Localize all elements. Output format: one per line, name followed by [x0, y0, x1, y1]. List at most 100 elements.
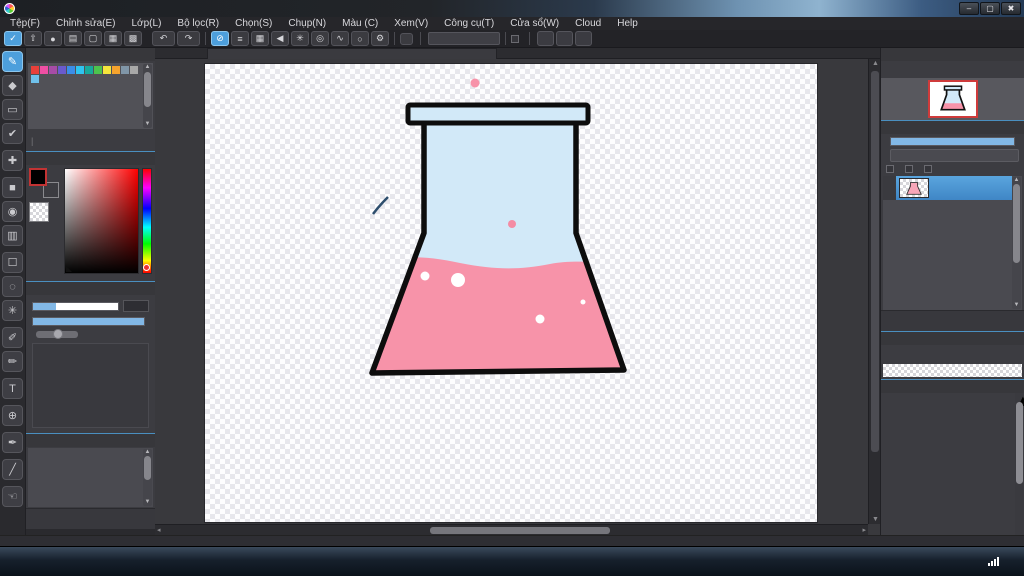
document-tab[interactable] [207, 48, 497, 59]
menu-item-2[interactable]: Lớp(L) [124, 17, 170, 30]
menu-item-10[interactable]: Cloud [567, 17, 609, 30]
comment-icon[interactable]: ● [44, 31, 62, 46]
layer-scrollbar[interactable]: ▲ ▼ [1012, 177, 1021, 309]
undo-icon[interactable]: ↶ [152, 31, 175, 46]
brush-list-panel: ▲ ▼ [26, 433, 155, 529]
menu-item-6[interactable]: Màu (C) [334, 17, 386, 30]
menu-item-7[interactable]: Xem(V) [386, 17, 436, 30]
adjust-select[interactable] [428, 32, 500, 45]
menu-item-3[interactable]: Bộ lọc(R) [169, 17, 227, 30]
soft-edge-checkbox[interactable] [511, 34, 519, 43]
brush-size-scrollbar[interactable]: ▲▼ [1015, 393, 1024, 535]
antialias-icon[interactable] [400, 32, 413, 45]
window-layout-icon[interactable]: ▩ [124, 31, 142, 46]
palette-swatch-6[interactable] [85, 66, 93, 74]
menu-item-1[interactable]: Chỉnh sửa(E) [48, 17, 124, 30]
menu-item-11[interactable]: Help [609, 17, 646, 30]
brush-opacity-slider[interactable] [32, 317, 145, 326]
brush-list-scrollbar[interactable]: ▲ ▼ [143, 449, 152, 506]
gradient-tool[interactable]: ▥ [2, 225, 23, 246]
close-button[interactable]: ✖ [1001, 2, 1021, 15]
drawing-canvas[interactable] [205, 64, 817, 522]
snap-settings-icon[interactable]: ⚙ [371, 31, 389, 46]
magic-wand-tool[interactable]: ✳ [2, 300, 23, 321]
hue-slider[interactable] [142, 168, 152, 274]
select-eraser-tool[interactable]: ✏ [2, 351, 23, 372]
edge-width-slider[interactable] [36, 329, 78, 339]
keep-edge-button[interactable] [575, 31, 592, 46]
saturation-value-picker[interactable] [64, 168, 139, 274]
layer-opacity-slider[interactable] [890, 137, 1015, 146]
palette-swatch-8[interactable] [103, 66, 111, 74]
palette-scrollbar[interactable]: ▲ ▼ [143, 64, 152, 128]
palette-swatch-1[interactable] [40, 66, 48, 74]
canvas-vscrollbar[interactable]: ▲ ▼ [868, 59, 880, 524]
eraser-tool[interactable]: ◆ [2, 75, 23, 96]
divide-tool[interactable]: ╱ [2, 459, 23, 480]
text-tool[interactable]: T [2, 378, 23, 399]
menu-item-5[interactable]: Chụp(N) [280, 17, 334, 30]
straight-line-button[interactable] [556, 31, 573, 46]
transparent-color-swatch[interactable] [29, 202, 49, 222]
no-correction-icon[interactable]: ⊘ [211, 31, 229, 46]
maximize-button[interactable]: ▢ [980, 2, 1000, 15]
foreground-color-swatch[interactable] [29, 168, 47, 186]
network-icon[interactable] [988, 557, 999, 566]
curve-snap-icon[interactable]: ∿ [331, 31, 349, 46]
move-tool[interactable]: ✚ [2, 150, 23, 171]
reference-preview[interactable] [883, 364, 1022, 377]
pink-drop [470, 78, 480, 88]
minimize-button[interactable]: – [959, 2, 979, 15]
lasso-tool[interactable]: ◌ [2, 276, 23, 297]
grid-snap-icon[interactable]: ▦ [251, 31, 269, 46]
export-icon[interactable]: ⇧ [24, 31, 42, 46]
brush-tool[interactable]: ✎ [2, 51, 23, 72]
transform-tool[interactable]: ⊕ [2, 405, 23, 426]
palette-swatch-3[interactable] [58, 66, 66, 74]
comment-panel-icon[interactable]: ▤ [64, 31, 82, 46]
panel-settings-icon[interactable]: ▦ [104, 31, 122, 46]
palette-swatch-11[interactable] [130, 66, 138, 74]
palette-swatch-0[interactable] [31, 66, 39, 74]
scrollbar-thumb[interactable] [430, 527, 610, 534]
eyedropper-tool[interactable]: ✒ [2, 432, 23, 453]
navigator-preview-area[interactable] [881, 78, 1024, 120]
vanishing-point-icon[interactable]: ◀ [271, 31, 289, 46]
navigator-thumbnail [927, 80, 978, 118]
layer-visibility-toggle[interactable] [883, 176, 896, 200]
radial-snap-icon[interactable]: ✳ [291, 31, 309, 46]
lock-layer-checkbox[interactable] [924, 165, 932, 173]
menu-item-4[interactable]: Chọn(S) [227, 17, 280, 30]
palette-swatch-5[interactable] [76, 66, 84, 74]
layer-row[interactable] [883, 176, 1012, 200]
clipping-checkbox[interactable] [905, 165, 913, 173]
redo-icon[interactable]: ↷ [177, 31, 200, 46]
protect-alpha-checkbox[interactable] [886, 165, 894, 173]
curve-brush-tool[interactable]: ✔ [2, 123, 23, 144]
palette-swatch-9[interactable] [112, 66, 120, 74]
file-icon[interactable]: ▢ [84, 31, 102, 46]
menu-item-9[interactable]: Cửa sổ(W) [502, 17, 567, 30]
palette-swatch-row2-0[interactable] [31, 75, 39, 83]
palette-swatch-10[interactable] [121, 66, 129, 74]
palette-swatch-4[interactable] [67, 66, 75, 74]
palette-swatch-7[interactable] [94, 66, 102, 74]
fill-rect-tool[interactable]: ■ [2, 177, 23, 198]
shape-brush-tool[interactable]: ▭ [2, 99, 23, 120]
reset-button[interactable] [537, 31, 554, 46]
bucket-tool[interactable]: ◉ [2, 201, 23, 222]
parallel-lines-icon[interactable]: ≡ [231, 31, 249, 46]
select-rect-tool[interactable]: ☐ [2, 252, 23, 273]
hand-tool[interactable]: ☜ [2, 486, 23, 507]
cloud-save-icon[interactable]: ✓ [4, 31, 22, 46]
brush-size-value[interactable] [123, 300, 149, 312]
menu-item-8[interactable]: Công cụ(T) [436, 17, 502, 30]
brush-size-slider[interactable] [32, 301, 119, 311]
menu-item-0[interactable]: Tệp(F) [2, 17, 48, 30]
concentric-icon[interactable]: ◎ [311, 31, 329, 46]
blend-mode-select[interactable] [890, 149, 1019, 162]
ellipse-snap-icon[interactable]: ○ [351, 31, 369, 46]
select-pen-tool[interactable]: ✐ [2, 327, 23, 348]
palette-swatch-2[interactable] [49, 66, 57, 74]
canvas-hscrollbar[interactable]: ◂ ▸ [155, 524, 868, 535]
